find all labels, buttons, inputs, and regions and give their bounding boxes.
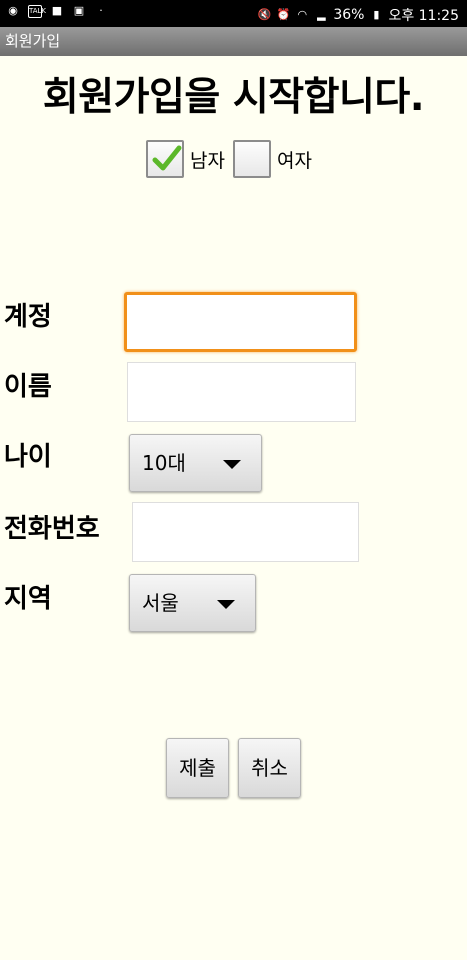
region-spinner[interactable]: 서울 (129, 574, 256, 632)
age-label: 나이 (4, 442, 52, 472)
submit-button[interactable]: 제출 (166, 738, 229, 798)
dot-icon: · (99, 4, 103, 17)
female-label: 여자 (276, 149, 312, 172)
gallery-icon: ▣ (73, 4, 85, 17)
messenger-icon: ◉ (8, 4, 18, 17)
wifi-icon: ◠ (297, 8, 308, 21)
alarm-icon: ⏰ (276, 8, 291, 21)
signal-icon: ▂ (317, 8, 326, 21)
region-selected: 서울 (142, 591, 179, 615)
account-input[interactable] (124, 292, 357, 352)
female-checkbox[interactable] (232, 140, 271, 178)
battery-icon: ▮ (373, 8, 380, 21)
gender-options: 남자 여자 (146, 140, 320, 178)
account-label: 계정 (4, 302, 52, 332)
age-spinner[interactable]: 10대 (129, 434, 262, 492)
status-notifications: ◉ TALK ■ ▣ · (6, 4, 108, 18)
phone-label: 전화번호 (4, 514, 100, 544)
video-icon: ■ (51, 4, 63, 17)
status-system: 🔇 ⏰ ◠ ▂ 36% ▮ 오후 11:25 (257, 5, 459, 25)
mute-icon: 🔇 (257, 8, 272, 21)
check-icon (152, 145, 182, 171)
battery-percent: 36% (333, 7, 365, 23)
age-selected: 10대 (142, 451, 186, 475)
male-label: 남자 (190, 149, 225, 172)
status-bar: ◉ TALK ■ ▣ · 🔇 ⏰ ◠ ▂ 36% ▮ 오후 11:25 (0, 0, 467, 27)
app-title-bar: 회원가입 (0, 27, 467, 56)
name-label: 이름 (4, 372, 52, 402)
dropdown-arrow-icon (217, 600, 235, 609)
region-label: 지역 (4, 584, 52, 614)
cancel-button[interactable]: 취소 (238, 738, 301, 798)
male-checkbox[interactable] (146, 140, 184, 178)
talk-icon: TALK (28, 4, 46, 18)
phone-input[interactable] (132, 502, 359, 562)
clock: 오후 11:25 (388, 8, 459, 24)
app-title: 회원가입 (5, 32, 61, 50)
page-headline: 회원가입을 시작합니다. (42, 75, 425, 120)
name-input[interactable] (127, 362, 356, 422)
dropdown-arrow-icon (223, 460, 241, 469)
